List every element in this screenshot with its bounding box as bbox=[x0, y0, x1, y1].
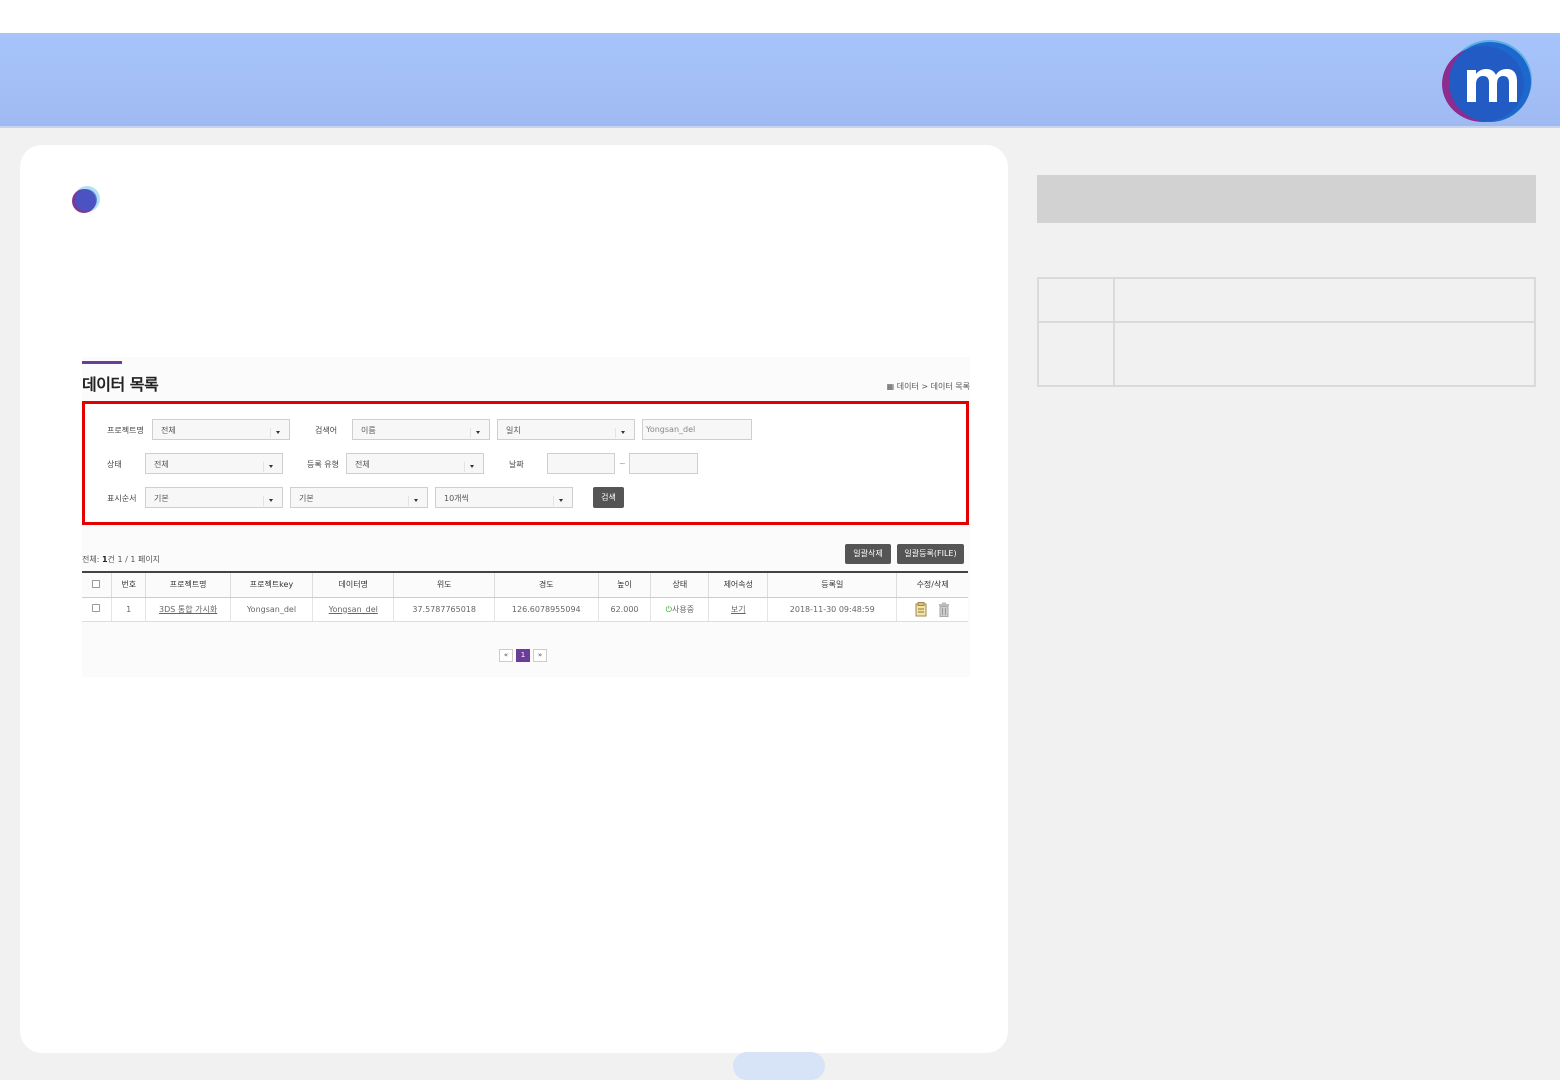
row-number: 1 bbox=[110, 597, 146, 622]
project-link[interactable]: 3DS 통합 가시화 bbox=[159, 605, 217, 614]
data-name-link[interactable]: Yongsan_del bbox=[329, 605, 378, 614]
chevron-down-icon bbox=[408, 496, 422, 506]
control-view-link[interactable]: 보기 bbox=[731, 605, 746, 614]
order-dir-select[interactable]: 기본 bbox=[290, 487, 428, 508]
status-text: 사용중 bbox=[671, 604, 695, 614]
bullet-circle-icon bbox=[72, 186, 100, 213]
row-checkbox-cell bbox=[82, 597, 112, 622]
side-panel-table bbox=[1037, 277, 1536, 387]
breadcrumb: ▦ 데이터 > 데이터 목록 bbox=[887, 381, 970, 392]
date-separator: ~ bbox=[619, 459, 626, 468]
bulk-upload-button[interactable]: 일괄등록(FILE) bbox=[897, 544, 964, 564]
page-size-value: 10개씩 bbox=[444, 494, 469, 503]
status-cell: ⏻사용중 bbox=[650, 597, 709, 622]
side-table-divider bbox=[1113, 279, 1115, 385]
search-form: 프로젝트명 전체 검색어 이름 일치 Yongsan_del 상태 전체 등록 … bbox=[82, 401, 969, 525]
header-banner bbox=[0, 33, 1560, 128]
page-last-button[interactable]: » bbox=[533, 649, 547, 662]
date-end-input[interactable] bbox=[629, 453, 698, 474]
count-prefix: 전체: bbox=[82, 555, 102, 564]
edit-icon[interactable] bbox=[915, 601, 929, 617]
bulk-delete-button[interactable]: 일괄삭제 bbox=[845, 544, 891, 564]
col-header: 높이 bbox=[597, 571, 651, 598]
page-first-button[interactable]: « bbox=[499, 649, 513, 662]
count-suffix: 건 1 / 1 페이지 bbox=[107, 555, 161, 564]
keyword-label: 검색어 bbox=[315, 426, 338, 435]
pagination: « 1 » bbox=[499, 649, 547, 662]
chevron-down-icon bbox=[464, 462, 478, 472]
data-name-cell: Yongsan_del bbox=[312, 597, 394, 622]
col-header: 프로젝트key bbox=[229, 571, 313, 598]
project-cell: 3DS 통합 가시화 bbox=[145, 597, 231, 622]
longitude-cell: 126.6078955094 bbox=[493, 597, 599, 622]
logo-m-icon bbox=[1442, 40, 1532, 122]
top-strip bbox=[0, 0, 1560, 33]
select-all-checkbox[interactable] bbox=[92, 579, 101, 588]
latitude-cell: 37.5787765018 bbox=[393, 597, 495, 622]
chevron-down-icon bbox=[263, 496, 277, 506]
project-select-value: 전체 bbox=[161, 426, 176, 435]
section-accent-bar bbox=[82, 361, 122, 364]
page-size-select[interactable]: 10개씩 bbox=[435, 487, 573, 508]
chevron-down-icon bbox=[470, 428, 484, 438]
regtype-select[interactable]: 전체 bbox=[346, 453, 484, 474]
side-panel-header bbox=[1037, 175, 1536, 223]
main-card: 데이터 목록 ▦ 데이터 > 데이터 목록 프로젝트명 전체 검색어 이름 일치… bbox=[20, 145, 1008, 1053]
search-button[interactable]: 검색 bbox=[593, 487, 624, 508]
select-all-checkbox-cell bbox=[82, 571, 112, 598]
control-cell: 보기 bbox=[708, 597, 768, 622]
breadcrumb-text: 데이터 > 데이터 목록 bbox=[896, 382, 970, 391]
actions-cell bbox=[896, 597, 968, 622]
status-label: 상태 bbox=[107, 460, 122, 469]
chevron-down-icon bbox=[553, 496, 567, 506]
keyword-field-value: 이름 bbox=[361, 426, 376, 435]
result-count: 전체: 1건 1 / 1 페이지 bbox=[82, 554, 160, 565]
order-dir-value: 기본 bbox=[299, 494, 314, 503]
col-header: 경도 bbox=[493, 571, 599, 598]
grid-icon: ▦ bbox=[886, 382, 895, 391]
project-key-cell: Yongsan_del bbox=[229, 597, 313, 622]
trash-icon[interactable] bbox=[938, 602, 950, 617]
row-checkbox[interactable] bbox=[92, 604, 101, 612]
regtype-select-value: 전체 bbox=[355, 460, 370, 469]
project-label: 프로젝트명 bbox=[107, 426, 144, 435]
keyword-input[interactable]: Yongsan_del bbox=[642, 419, 752, 440]
data-list-screenshot: 데이터 목록 ▦ 데이터 > 데이터 목록 프로젝트명 전체 검색어 이름 일치… bbox=[82, 357, 970, 677]
chevron-down-icon bbox=[263, 462, 277, 472]
col-header: 수정/삭제 bbox=[896, 571, 968, 598]
height-cell: 62.000 bbox=[597, 597, 651, 622]
order-field-select[interactable]: 기본 bbox=[145, 487, 283, 508]
col-header: 위도 bbox=[393, 571, 495, 598]
keyword-match-select[interactable]: 일치 bbox=[497, 419, 635, 440]
col-header: 번호 bbox=[110, 571, 146, 598]
project-select[interactable]: 전체 bbox=[152, 419, 290, 440]
order-field-value: 기본 bbox=[154, 494, 169, 503]
order-label: 표시순서 bbox=[107, 494, 137, 503]
table-row: 1 3DS 통합 가시화 Yongsan_del Yongsan_del 37.… bbox=[82, 597, 968, 622]
col-header: 상태 bbox=[650, 571, 709, 598]
keyword-field-select[interactable]: 이름 bbox=[352, 419, 490, 440]
chevron-down-icon bbox=[270, 428, 284, 438]
page-current-button[interactable]: 1 bbox=[516, 649, 530, 662]
regtype-label: 등록 유형 bbox=[307, 460, 339, 469]
data-table: 번호 프로젝트명 프로젝트key 데이터명 위도 경도 높이 상태 제어속성 등… bbox=[82, 571, 968, 622]
keyword-match-value: 일치 bbox=[506, 426, 521, 435]
table-header-row: 번호 프로젝트명 프로젝트key 데이터명 위도 경도 높이 상태 제어속성 등… bbox=[82, 571, 968, 598]
col-header: 제어속성 bbox=[708, 571, 768, 598]
section-title: 데이터 목록 bbox=[82, 375, 159, 394]
col-header: 프로젝트명 bbox=[145, 571, 231, 598]
status-select-value: 전체 bbox=[154, 460, 169, 469]
col-header: 등록일 bbox=[767, 571, 897, 598]
status-select[interactable]: 전체 bbox=[145, 453, 283, 474]
scroll-pill[interactable] bbox=[733, 1052, 825, 1080]
date-label: 날짜 bbox=[509, 460, 524, 469]
date-start-input[interactable] bbox=[547, 453, 615, 474]
chevron-down-icon bbox=[615, 428, 629, 438]
date-cell: 2018-11-30 09:48:59 bbox=[767, 597, 897, 622]
col-header: 데이터명 bbox=[312, 571, 394, 598]
